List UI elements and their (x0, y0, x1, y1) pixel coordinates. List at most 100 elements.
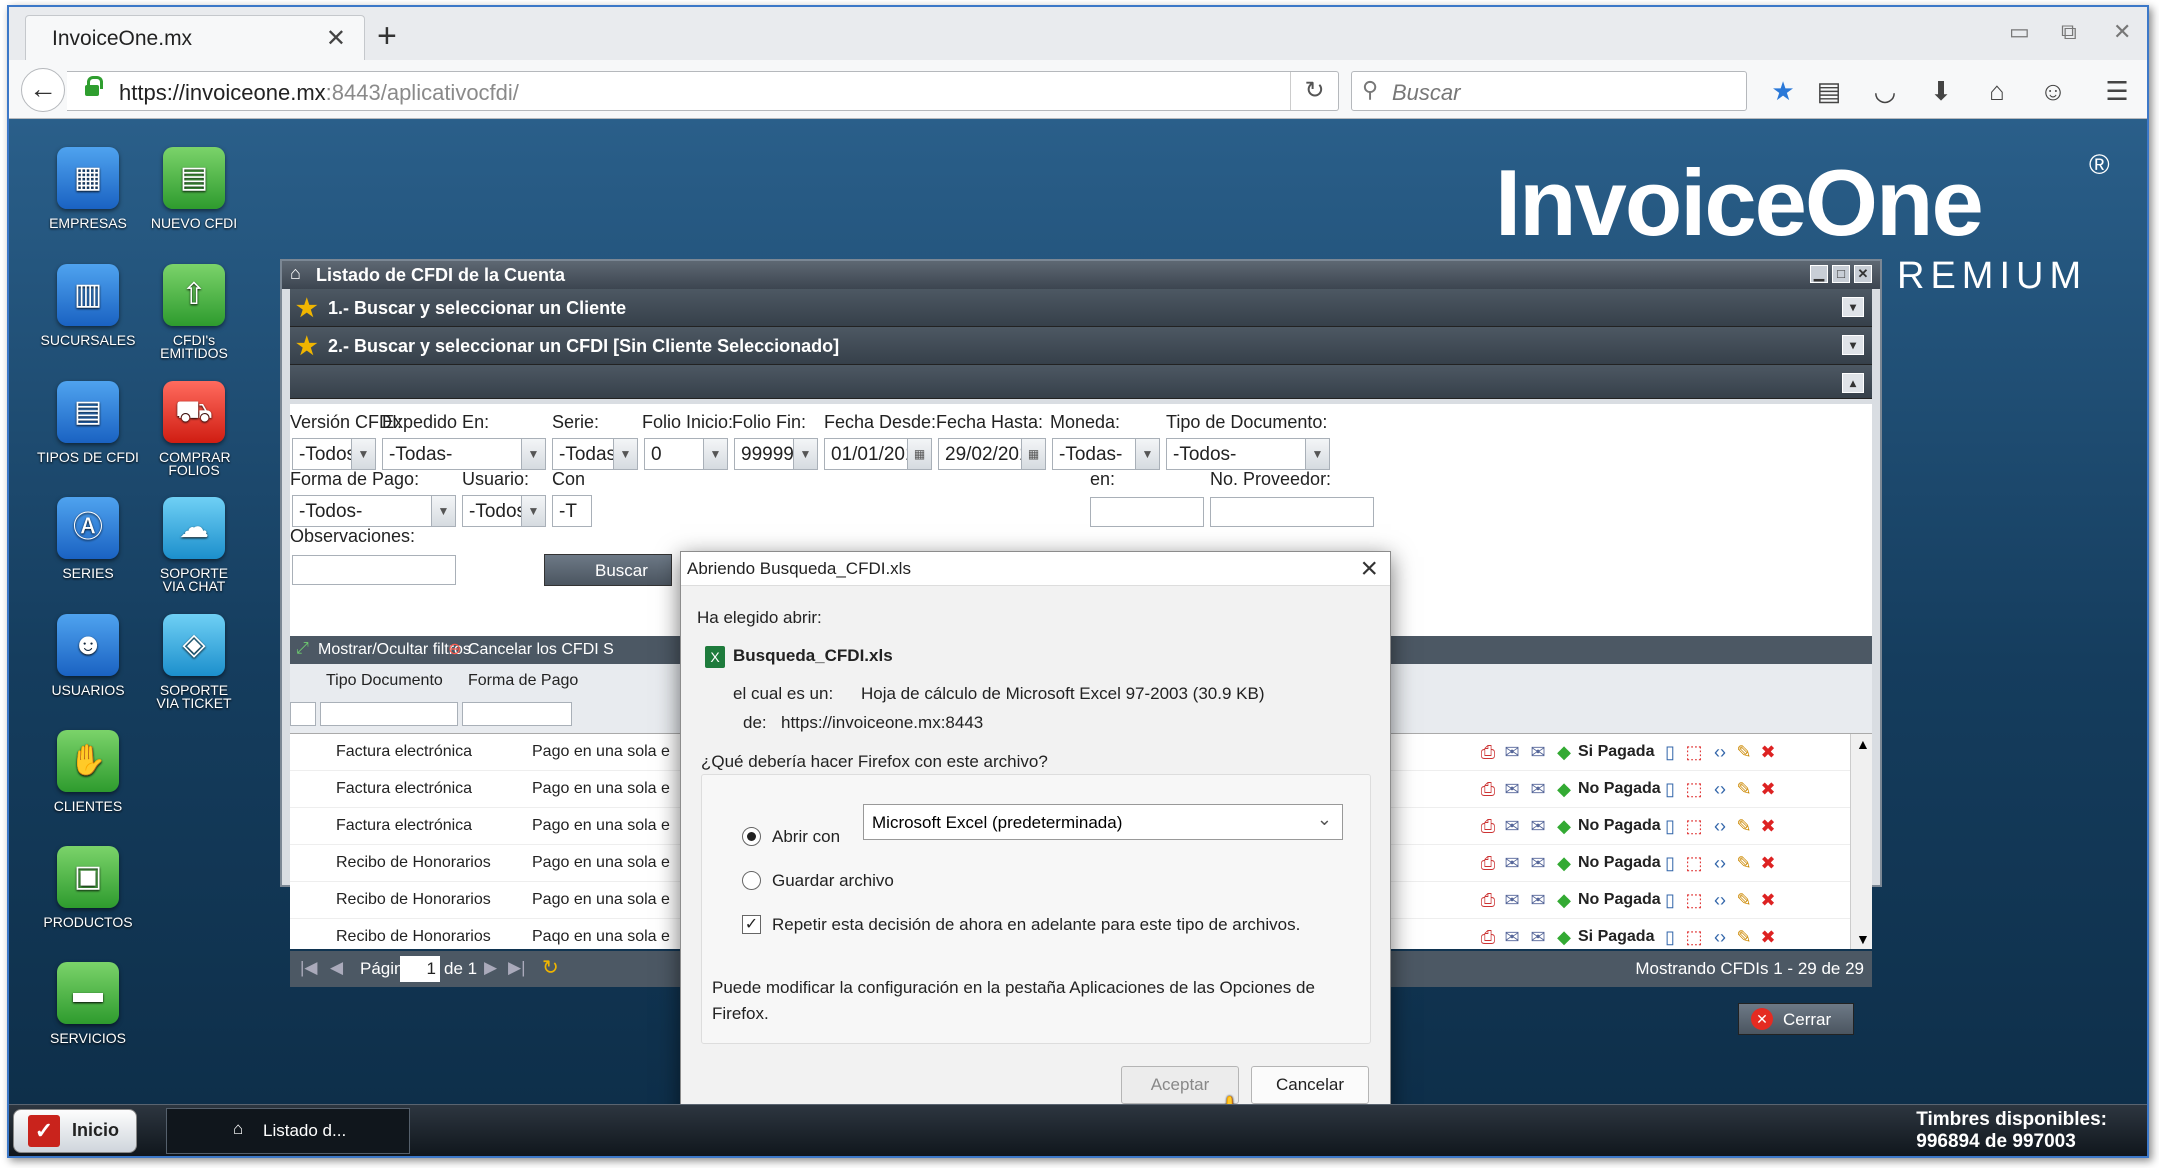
cancel-cfdi-button[interactable]: Cancelar los CFDI S (468, 641, 614, 659)
close-window-icon[interactable]: ✕ (2113, 19, 2131, 45)
desktop-icon-clientes[interactable]: ✋ CLIENTES (33, 730, 143, 813)
next-page-icon[interactable]: ▶ (484, 958, 497, 978)
edit-icon[interactable]: ✎ (1734, 853, 1754, 873)
col-tipo-documento[interactable]: Tipo Documento (326, 672, 443, 690)
edit-icon[interactable]: ✎ (1734, 779, 1754, 799)
pdf-doc-icon[interactable]: ▯ (1660, 853, 1680, 873)
collapse-icon[interactable]: ▴ (1842, 373, 1864, 393)
scroll-down-icon[interactable]: ▼ (1856, 931, 1870, 947)
pdf-doc-icon[interactable]: ▯ (1660, 890, 1680, 910)
mail-icon[interactable]: ✉ (1502, 816, 1522, 836)
print-icon[interactable]: ⎙ (1478, 927, 1498, 947)
print-icon[interactable]: ⎙ (1478, 742, 1498, 762)
edit-icon[interactable]: ✎ (1734, 927, 1754, 947)
pdf-icon[interactable]: ⬚ (1684, 853, 1704, 873)
minimize-icon[interactable]: ▭ (2009, 19, 2030, 45)
open-with-radio[interactable] (742, 827, 761, 846)
expedido-select[interactable]: -Todas- ▼ (382, 438, 546, 470)
close-tab-icon[interactable]: ✕ (326, 24, 346, 53)
print-icon[interactable]: ⎙ (1478, 853, 1498, 873)
desktop-icon-soporte-ticket[interactable]: ◈ SOPORTE VIA TICKET (139, 614, 249, 710)
mail-check-icon[interactable]: ✉ (1528, 779, 1548, 799)
first-page-icon[interactable]: |◀ (300, 958, 318, 978)
print-icon[interactable]: ⎙ (1478, 816, 1498, 836)
restore-icon[interactable]: ⧉ (2061, 19, 2077, 45)
mail-check-icon[interactable]: ✉ (1528, 816, 1548, 836)
grid-scrollbar[interactable]: ▲ ▼ (1850, 734, 1872, 949)
bookmark-star-icon[interactable]: ★ (1767, 76, 1799, 107)
taskbar-item-listado[interactable]: ⌂ Listado d... (166, 1108, 410, 1154)
window-close-icon[interactable]: ✕ (1854, 265, 1872, 283)
cancel-doc-icon[interactable]: ✖ (1758, 816, 1778, 836)
prev-page-icon[interactable]: ◀ (330, 958, 343, 978)
mail-check-icon[interactable]: ✉ (1528, 742, 1548, 762)
desktop-icon-sucursales[interactable]: ▥ SUCURSALES (33, 264, 143, 347)
forma-pago-select[interactable]: -Todos- ▼ (292, 495, 456, 527)
pdf-doc-icon[interactable]: ▯ (1660, 779, 1680, 799)
xml-icon[interactable]: ‹› (1710, 742, 1730, 762)
expand-icon[interactable]: ▾ (1842, 335, 1864, 355)
cancel-doc-icon[interactable]: ✖ (1758, 779, 1778, 799)
pdf-doc-icon[interactable]: ▯ (1660, 742, 1680, 762)
cancel-doc-icon[interactable]: ✖ (1758, 853, 1778, 873)
desktop-icon-cfdis-emitidos[interactable]: ⇧ CFDI's EMITIDOS (139, 264, 249, 360)
mail-check-icon[interactable]: ✉ (1528, 853, 1548, 873)
refresh-icon[interactable]: ↻ (542, 955, 559, 980)
desktop-icon-empresas[interactable]: ▦ EMPRESAS (33, 147, 143, 230)
pdf-icon[interactable]: ⬚ (1684, 927, 1704, 947)
window-minimize-icon[interactable]: ▁ (1810, 265, 1828, 283)
usuario-select[interactable]: -Todos- ▼ (462, 495, 546, 527)
tipo-documento-select[interactable]: -Todos- ▼ (1166, 438, 1330, 470)
buscar-button[interactable]: Buscar (544, 554, 672, 586)
scroll-up-icon[interactable]: ▲ (1856, 736, 1870, 752)
pocket-icon[interactable]: ◡ (1869, 76, 1901, 107)
en-input[interactable] (1090, 497, 1204, 527)
expand-icon[interactable]: ▾ (1842, 297, 1864, 317)
reading-list-icon[interactable]: ▤ (1813, 76, 1845, 107)
accordion-section-cfdi[interactable]: ★ 2.- Buscar y seleccionar un CFDI [Sin … (290, 327, 1872, 365)
cancel-doc-icon[interactable]: ✖ (1758, 890, 1778, 910)
home-icon[interactable]: ⌂ (1981, 76, 2013, 107)
pdf-doc-icon[interactable]: ▯ (1660, 816, 1680, 836)
menu-icon[interactable]: ☰ (2101, 76, 2133, 107)
desktop-icon-comprar-folios[interactable]: ⛟ COMPRAR FOLIOS (139, 381, 249, 477)
open-with-label[interactable]: Abrir con (772, 827, 840, 847)
xml-icon[interactable]: ‹› (1710, 890, 1730, 910)
money-icon[interactable]: ◆ (1554, 853, 1574, 873)
window-titlebar[interactable]: ⌂ Listado de CFDI de la Cuenta ▁ □ ✕ (282, 261, 1880, 289)
forma-filter-input[interactable] (462, 702, 572, 726)
fecha-desde-input[interactable]: 01/01/2011 ▦ (824, 438, 932, 470)
tipo-filter-input[interactable] (320, 702, 458, 726)
desktop-icon-soporte-chat[interactable]: ☁ SOPORTE VIA CHAT (139, 497, 249, 593)
fecha-hasta-input[interactable]: 29/02/2016 ▦ (938, 438, 1046, 470)
desktop-icon-servicios[interactable]: ▬ SERVICIOS (33, 962, 143, 1045)
pdf-doc-icon[interactable]: ▯ (1660, 927, 1680, 947)
serie-select[interactable]: -Todas- ▼ (552, 438, 638, 470)
page-input[interactable]: 1 (400, 956, 440, 982)
mail-icon[interactable]: ✉ (1502, 853, 1522, 873)
xml-icon[interactable]: ‹› (1710, 853, 1730, 873)
search-bar[interactable]: ⚲ Buscar (1351, 71, 1747, 111)
reload-icon[interactable]: ↻ (1290, 72, 1338, 110)
version-select[interactable]: -Todos- ▼ (292, 438, 376, 470)
mail-icon[interactable]: ✉ (1502, 742, 1522, 762)
desktop-icon-productos[interactable]: ▣ PRODUCTOS (33, 846, 143, 929)
money-icon[interactable]: ◆ (1554, 742, 1574, 762)
xml-icon[interactable]: ‹› (1710, 779, 1730, 799)
folio-fin-input[interactable]: 9999999 ▼ (734, 438, 818, 470)
con-select[interactable]: -T (552, 495, 592, 527)
grid-filter-input[interactable] (290, 702, 316, 726)
remember-label[interactable]: Repetir esta decisión de ahora en adelan… (772, 915, 1300, 935)
desktop-icon-nuevo-cfdi[interactable]: ▤ NUEVO CFDI (139, 147, 249, 230)
cerrar-button[interactable]: ✕ Cerrar (1738, 1003, 1854, 1035)
print-icon[interactable]: ⎙ (1478, 890, 1498, 910)
col-forma-pago[interactable]: Forma de Pago (468, 672, 578, 690)
money-icon[interactable]: ◆ (1554, 816, 1574, 836)
proveedor-input[interactable] (1210, 497, 1374, 527)
remember-checkbox[interactable]: ✓ (742, 915, 761, 934)
xml-icon[interactable]: ‹› (1710, 927, 1730, 947)
edit-icon[interactable]: ✎ (1734, 816, 1754, 836)
mail-check-icon[interactable]: ✉ (1528, 890, 1548, 910)
desktop-icon-series[interactable]: Ⓐ SERIES (33, 497, 143, 580)
save-file-radio[interactable] (742, 871, 761, 890)
